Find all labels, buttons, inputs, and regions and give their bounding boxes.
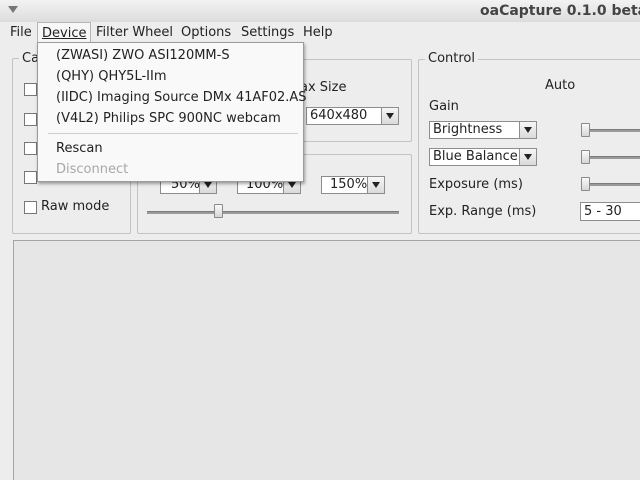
control-group-legend: Control bbox=[425, 51, 478, 66]
max-size-label: ax Size bbox=[300, 80, 347, 95]
window-menu-icon[interactable] bbox=[8, 6, 18, 13]
camera-checkbox-2[interactable] bbox=[24, 113, 37, 126]
device-menu-item[interactable]: (ZWASI) ZWO ASI120MM-S bbox=[56, 48, 230, 63]
menu-separator bbox=[48, 133, 298, 134]
brightness-slider-track[interactable] bbox=[584, 129, 640, 132]
menu-options[interactable]: Options bbox=[177, 22, 235, 43]
exposure-slider-track[interactable] bbox=[584, 183, 640, 186]
camera-checkbox-3[interactable] bbox=[24, 142, 37, 155]
control-select-2[interactable]: Blue Balance bbox=[429, 148, 537, 166]
rescan-menu-item[interactable]: Rescan bbox=[56, 141, 103, 156]
blue-balance-slider-track[interactable] bbox=[584, 156, 640, 159]
preview-area bbox=[13, 240, 640, 480]
menu-device-label: Device bbox=[42, 26, 87, 41]
menu-bar: File Device Filter Wheel Options Setting… bbox=[0, 22, 640, 43]
menu-device[interactable]: Device bbox=[37, 22, 92, 43]
exposure-label: Exposure (ms) bbox=[429, 177, 523, 192]
resolution-value: 640x480 bbox=[310, 108, 368, 123]
chevron-down-icon bbox=[367, 177, 384, 193]
menu-help[interactable]: Help bbox=[299, 22, 337, 43]
camera-checkbox-4[interactable] bbox=[24, 171, 37, 184]
menu-file[interactable]: File bbox=[6, 22, 36, 43]
chevron-down-icon bbox=[519, 122, 536, 138]
blue-balance-slider-handle[interactable] bbox=[581, 150, 590, 164]
auto-header: Auto bbox=[545, 78, 576, 93]
device-menu-item[interactable]: (QHY) QHY5L-IIm bbox=[56, 69, 166, 84]
zoom-slider-track[interactable] bbox=[147, 211, 399, 214]
gain-label: Gain bbox=[429, 99, 459, 114]
exp-range-label: Exp. Range (ms) bbox=[429, 204, 537, 219]
zoom-slider-handle[interactable] bbox=[214, 204, 223, 218]
chevron-down-icon bbox=[381, 108, 398, 124]
window-title: oaCapture 0.1.0 beta bbox=[480, 3, 640, 19]
exp-range-input[interactable]: 5 - 30 bbox=[580, 202, 640, 221]
camera-checkbox-1[interactable] bbox=[24, 83, 37, 96]
device-menu-dropdown: (ZWASI) ZWO ASI120MM-S (QHY) QHY5L-IIm (… bbox=[37, 42, 307, 182]
zoom-150-label: 150% bbox=[330, 177, 368, 192]
raw-mode-checkbox[interactable] bbox=[24, 201, 37, 214]
menu-filter-wheel[interactable]: Filter Wheel bbox=[92, 22, 177, 43]
menu-settings[interactable]: Settings bbox=[237, 22, 298, 43]
exposure-slider-handle[interactable] bbox=[581, 177, 590, 191]
device-menu-item[interactable]: (V4L2) Philips SPC 900NC webcam bbox=[56, 111, 281, 126]
device-menu-item[interactable]: (IIDC) Imaging Source DMx 41AF02.AS bbox=[56, 90, 307, 105]
control-select-2-value: Blue Balance bbox=[433, 149, 518, 164]
control-select-1-value: Brightness bbox=[433, 122, 503, 137]
control-select-1[interactable]: Brightness bbox=[429, 121, 537, 139]
chevron-down-icon bbox=[519, 149, 536, 165]
zoom-150-button[interactable]: 150% bbox=[321, 176, 385, 194]
disconnect-menu-item: Disconnect bbox=[56, 162, 129, 177]
raw-mode-label: Raw mode bbox=[41, 199, 110, 214]
resolution-select[interactable]: 640x480 bbox=[306, 107, 399, 125]
brightness-slider-handle[interactable] bbox=[581, 123, 590, 137]
